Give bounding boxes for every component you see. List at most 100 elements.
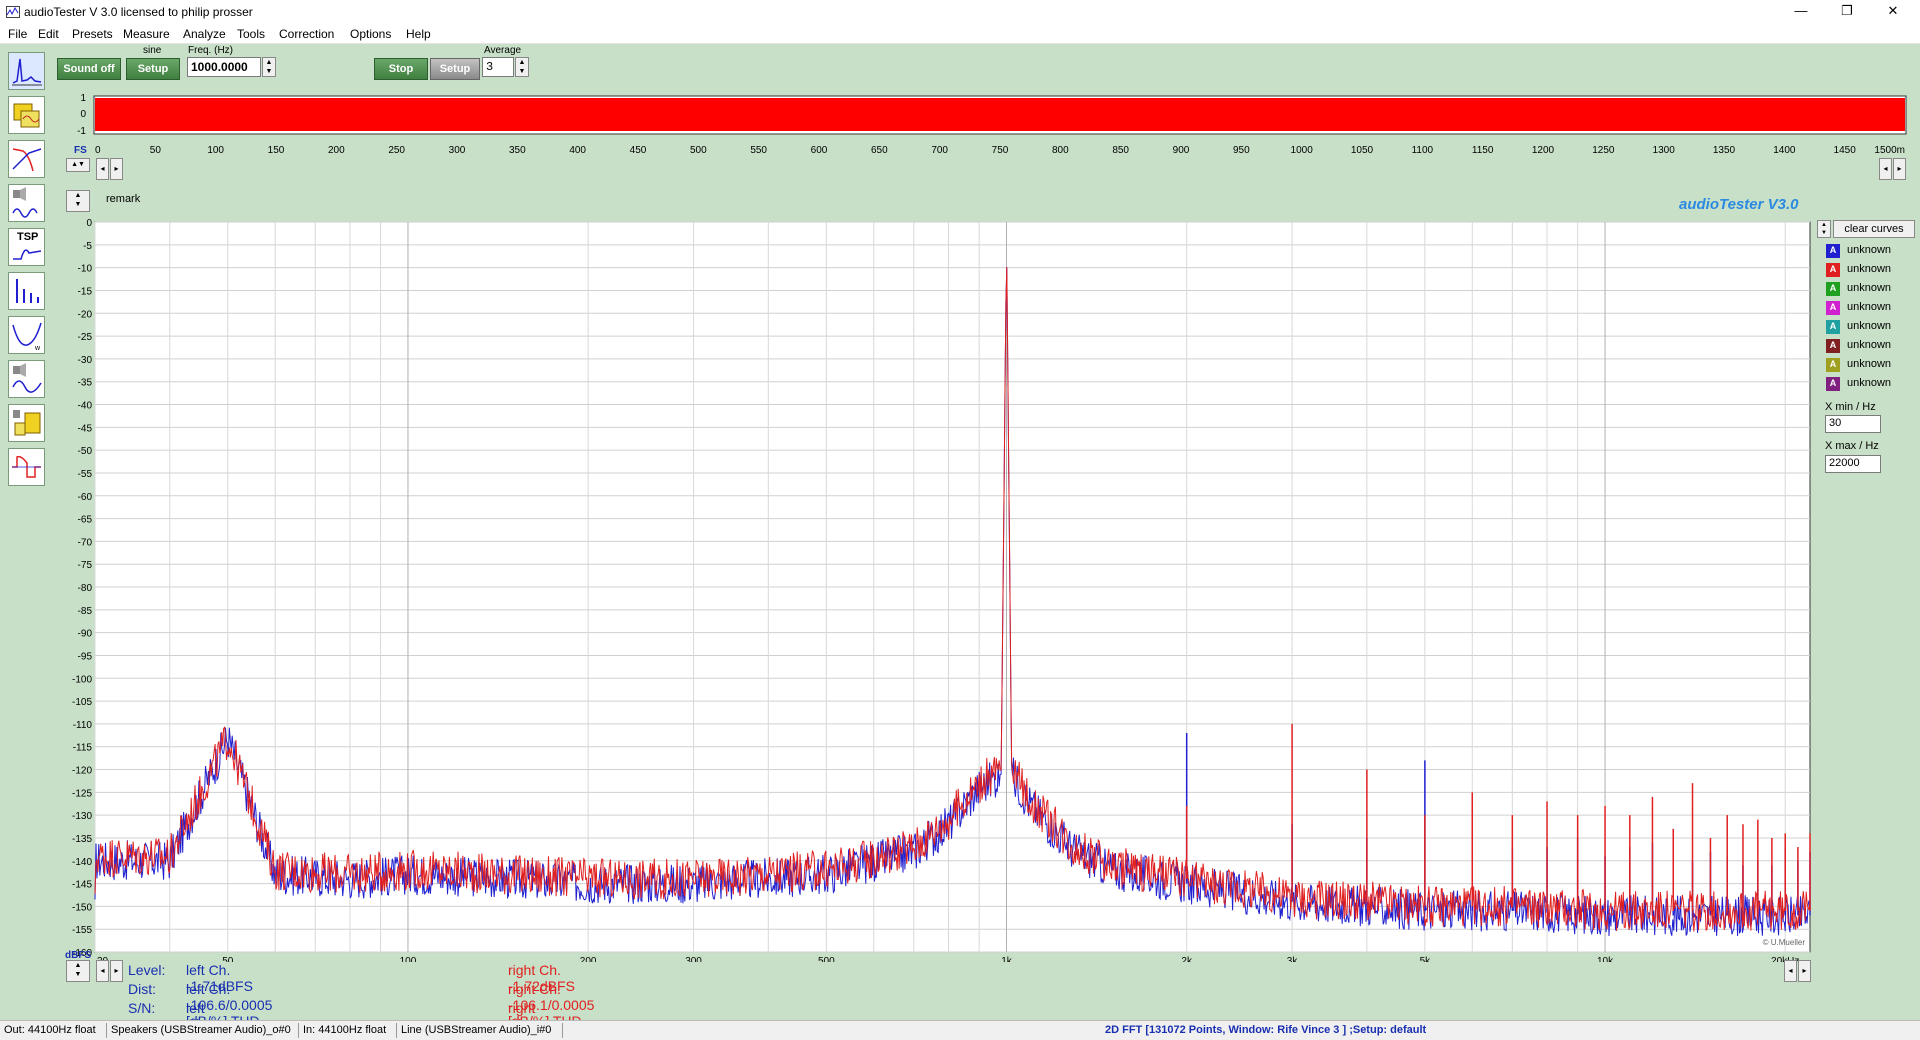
generator-toolbar: Sound off sine Setup Freq. (Hz) 1000.000… <box>0 44 1920 86</box>
average-input[interactable]: 3 <box>482 57 514 77</box>
menu-edit[interactable]: Edit <box>38 27 59 41</box>
y-tick-label: -110 <box>73 720 93 731</box>
wave-scroll-left-end[interactable]: ◂ <box>1879 158 1892 180</box>
speaker-response-icon <box>12 187 38 218</box>
wave-xtick: 550 <box>750 145 767 156</box>
curve-swatch-4: A <box>1826 301 1840 315</box>
spectrum-x-spinner[interactable]: ▲ ▼ <box>66 960 90 982</box>
freq-label: Freq. (Hz) <box>188 45 233 56</box>
menu-measure[interactable]: Measure <box>123 27 170 41</box>
y-tick-label: -135 <box>72 834 92 845</box>
spectrum-scroll-right[interactable]: ▸ <box>110 960 123 982</box>
curve-swatch-5: A <box>1826 320 1840 334</box>
menu-options[interactable]: Options <box>350 27 391 41</box>
x-tick-label: 5k <box>1420 956 1432 962</box>
spectrum-chart: 0 -5 -10 -15 -20 -25 -30 -35 -40 -45 -50 -55 -60 -65 -… <box>65 218 1811 962</box>
distortion-tool[interactable] <box>8 272 45 310</box>
minimize-button[interactable]: — <box>1778 0 1824 24</box>
legend-row-4[interactable]: Aunknown <box>1823 299 1919 317</box>
wave-ytick-0: 0 <box>80 109 86 120</box>
average-spinner[interactable]: ▲ ▼ <box>515 57 529 77</box>
stop-button[interactable]: Stop <box>374 58 428 80</box>
y-tick-label: -120 <box>72 766 92 777</box>
xmin-input[interactable]: 30 <box>1825 415 1881 433</box>
wave-xtick: 500 <box>690 145 707 156</box>
curve-label-3: unknown <box>1847 282 1892 294</box>
close-button[interactable]: ✕ <box>1870 0 1916 24</box>
menu-tools[interactable]: Tools <box>237 27 265 41</box>
wave-xtick: 250 <box>388 145 405 156</box>
svg-text:w: w <box>34 345 41 352</box>
spectrum-scroll-left[interactable]: ◂ <box>96 960 109 982</box>
wave-xtick: 1000 <box>1291 145 1314 156</box>
generator-tool[interactable] <box>8 96 45 134</box>
spectrum-y-axis: 0 -5 -10 -15 -20 -25 -30 -35 -40 -45 -50 -55 -60 -65 -… <box>72 218 92 959</box>
curve-swatch-1: A <box>1826 244 1840 258</box>
wave-xtick: 1400 <box>1773 145 1796 156</box>
speaker-impedance-icon <box>12 363 42 393</box>
spectrum-scroll-right-end[interactable]: ▸ <box>1798 960 1811 982</box>
calibration-tool[interactable] <box>8 404 45 442</box>
filter-curve-tool[interactable]: w <box>8 316 45 354</box>
wave-scroll-left[interactable]: ◂ <box>96 158 109 180</box>
y-tick-label: -155 <box>72 925 92 936</box>
y-tick-label: -125 <box>72 788 92 799</box>
menu-file[interactable]: File <box>8 27 27 41</box>
wave-xtick: 450 <box>630 145 647 156</box>
y-tick-label: -145 <box>72 880 92 891</box>
speaker-response-tool[interactable] <box>8 184 45 222</box>
dist-label: Dist: <box>128 981 156 997</box>
wave-zoom-spinner[interactable]: ▲▼ <box>66 158 90 172</box>
generator-setup-button[interactable]: Setup <box>126 58 180 80</box>
legend-row-2[interactable]: Aunknown <box>1823 261 1919 279</box>
frequency-spinner[interactable]: ▲ ▼ <box>262 57 276 77</box>
window-title: audioTester V 3.0 licensed to philip pro… <box>24 5 253 19</box>
restore-button[interactable]: ❐ <box>1824 0 1870 24</box>
x-tick-label: 300 <box>685 956 702 962</box>
y-tick-label: -45 <box>78 423 93 434</box>
x-tick-label: 3k <box>1287 956 1299 962</box>
curve-label-1: unknown <box>1847 244 1892 256</box>
spectrum-y-spinner[interactable]: ▲ ▼ <box>66 190 90 212</box>
wave-xtick: 100 <box>207 145 224 156</box>
menu-presets[interactable]: Presets <box>72 27 113 41</box>
frequency-response-tool[interactable] <box>8 140 45 178</box>
wave-xtick: 400 <box>569 145 586 156</box>
level-label: Level: <box>128 962 166 978</box>
legend-row-7[interactable]: Aunknown <box>1823 356 1919 374</box>
spectrum-scroll-left-end[interactable]: ◂ <box>1784 960 1797 982</box>
clear-curves-button[interactable]: clear curves <box>1833 220 1915 238</box>
y-tick-label: -130 <box>72 811 92 822</box>
x-tick-label: 1k <box>1001 956 1013 962</box>
y-tick-label: -85 <box>78 606 93 617</box>
square-wave-tool[interactable] <box>8 448 45 486</box>
frequency-input[interactable]: 1000.0000 <box>187 57 261 77</box>
speaker-impedance-tool[interactable] <box>8 360 45 398</box>
status-bar: Out: 44100Hz float Speakers (USBStreamer… <box>0 1020 1920 1040</box>
xmax-label: X max / Hz <box>1825 440 1879 452</box>
tsp-tool[interactable]: TSP <box>8 228 45 266</box>
fft-spectrum-tool[interactable] <box>8 52 45 90</box>
legend-row-1[interactable]: Aunknown <box>1823 242 1919 260</box>
menu-correction[interactable]: Correction <box>279 27 334 41</box>
menu-help[interactable]: Help <box>406 27 431 41</box>
wave-xtick: 1250 <box>1592 145 1615 156</box>
legend-row-3[interactable]: Aunknown <box>1823 280 1919 298</box>
x-tick-label: 200 <box>580 956 597 962</box>
x-tick-label: 100 <box>400 956 417 962</box>
xmax-input[interactable]: 22000 <box>1825 455 1881 473</box>
wave-xtick: 200 <box>328 145 345 156</box>
sound-off-button[interactable]: Sound off <box>57 58 121 80</box>
legend-row-6[interactable]: Aunknown <box>1823 337 1919 355</box>
app-window: audioTester V 3.0 licensed to philip pro… <box>0 0 1920 1040</box>
wave-scroll-right[interactable]: ▸ <box>110 158 123 180</box>
analyzer-setup-button[interactable]: Setup <box>430 58 480 80</box>
brand-label: audioTester V3.0 <box>1679 196 1799 213</box>
legend-row-5[interactable]: Aunknown <box>1823 318 1919 336</box>
wave-scroll-right-end[interactable]: ▸ <box>1893 158 1906 180</box>
menu-analyze[interactable]: Analyze <box>183 27 226 41</box>
legend-spinner[interactable]: ▲ ▼ <box>1817 220 1831 238</box>
legend-row-8[interactable]: Aunknown <box>1823 375 1919 393</box>
y-tick-label: -60 <box>78 492 93 503</box>
average-label: Average <box>484 45 522 56</box>
